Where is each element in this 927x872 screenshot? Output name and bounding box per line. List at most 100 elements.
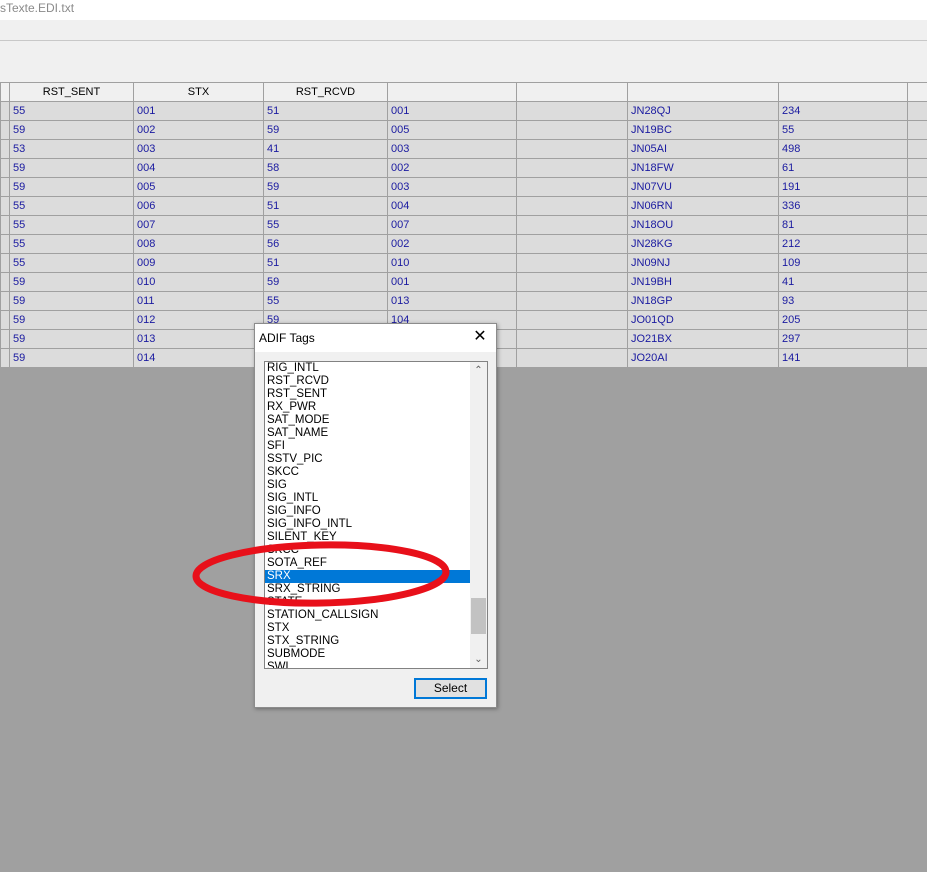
table-cell[interactable] bbox=[0, 348, 10, 368]
table-cell[interactable] bbox=[907, 291, 927, 311]
table-cell[interactable] bbox=[0, 215, 10, 235]
table-cell[interactable]: 498 bbox=[778, 139, 908, 159]
list-item[interactable]: SKCC bbox=[265, 466, 471, 479]
list-item[interactable]: SAT_NAME bbox=[265, 427, 471, 440]
scroll-up-icon[interactable]: ⌃ bbox=[470, 362, 487, 379]
table-cell[interactable]: 008 bbox=[133, 234, 264, 254]
column-header[interactable] bbox=[0, 82, 10, 102]
column-header[interactable]: RST_RCVD bbox=[263, 82, 388, 102]
list-item[interactable]: STATE bbox=[265, 596, 471, 609]
table-cell[interactable]: 297 bbox=[778, 329, 908, 349]
table-cell[interactable]: 191 bbox=[778, 177, 908, 197]
table-cell[interactable]: 59 bbox=[9, 120, 134, 140]
table-cell[interactable]: 013 bbox=[387, 291, 517, 311]
table-cell[interactable]: 59 bbox=[9, 329, 134, 349]
table-row[interactable]: 59 005 59 003 JN07VU 191 bbox=[0, 177, 927, 197]
list-item[interactable]: RIG_INTL bbox=[265, 362, 471, 375]
table-cell[interactable]: JN19BH bbox=[627, 272, 779, 292]
table-row[interactable]: 55 007 55 007 JN18OU 81 bbox=[0, 215, 927, 235]
table-row[interactable]: 55 001 51 001 JN28QJ 234 bbox=[0, 101, 927, 121]
table-cell[interactable] bbox=[0, 139, 10, 159]
column-header[interactable] bbox=[516, 82, 628, 102]
table-cell[interactable]: 58 bbox=[263, 158, 388, 178]
scroll-down-icon[interactable]: ⌄ bbox=[470, 651, 487, 668]
table-row[interactable]: 53 003 41 003 JN05AI 498 bbox=[0, 139, 927, 159]
table-cell[interactable]: JN18OU bbox=[627, 215, 779, 235]
table-cell[interactable]: 009 bbox=[133, 253, 264, 273]
table-cell[interactable]: JO20AI bbox=[627, 348, 779, 368]
table-cell[interactable] bbox=[516, 310, 628, 330]
table-cell[interactable]: 001 bbox=[387, 272, 517, 292]
table-cell[interactable]: JN09NJ bbox=[627, 253, 779, 273]
list-item[interactable]: SUBMODE bbox=[265, 648, 471, 661]
table-cell[interactable]: 014 bbox=[133, 348, 264, 368]
close-icon[interactable]: ✕ bbox=[472, 329, 488, 345]
table-cell[interactable]: 59 bbox=[263, 177, 388, 197]
table-cell[interactable]: JN07VU bbox=[627, 177, 779, 197]
list-item[interactable]: SSTV_PIC bbox=[265, 453, 471, 466]
column-header[interactable]: RST_SENT bbox=[9, 82, 134, 102]
table-cell[interactable]: 53 bbox=[9, 139, 134, 159]
list-item[interactable]: RST_SENT bbox=[265, 388, 471, 401]
table-cell[interactable]: 81 bbox=[778, 215, 908, 235]
list-item[interactable]: SIG_INFO_INTL bbox=[265, 518, 471, 531]
table-cell[interactable] bbox=[907, 215, 927, 235]
table-cell[interactable]: JO21BX bbox=[627, 329, 779, 349]
list-item[interactable]: STATION_CALLSIGN bbox=[265, 609, 471, 622]
table-cell[interactable] bbox=[516, 253, 628, 273]
list-item[interactable]: SAT_MODE bbox=[265, 414, 471, 427]
table-cell[interactable] bbox=[907, 196, 927, 216]
table-cell[interactable] bbox=[907, 120, 927, 140]
table-cell[interactable] bbox=[0, 158, 10, 178]
list-item[interactable]: SILENT_KEY bbox=[265, 531, 471, 544]
table-cell[interactable]: 59 bbox=[9, 177, 134, 197]
table-cell[interactable]: 59 bbox=[9, 291, 134, 311]
table-cell[interactable]: 93 bbox=[778, 291, 908, 311]
table-cell[interactable]: 004 bbox=[133, 158, 264, 178]
table-cell[interactable] bbox=[0, 234, 10, 254]
table-cell[interactable] bbox=[907, 234, 927, 254]
table-cell[interactable]: 59 bbox=[9, 158, 134, 178]
table-cell[interactable]: 51 bbox=[263, 253, 388, 273]
table-cell[interactable]: 41 bbox=[778, 272, 908, 292]
table-cell[interactable]: 55 bbox=[263, 291, 388, 311]
table-cell[interactable]: JN18FW bbox=[627, 158, 779, 178]
table-cell[interactable] bbox=[0, 177, 10, 197]
list-item[interactable]: SIG bbox=[265, 479, 471, 492]
table-cell[interactable] bbox=[907, 253, 927, 273]
table-cell[interactable]: 59 bbox=[9, 272, 134, 292]
table-cell[interactable]: 005 bbox=[387, 120, 517, 140]
list-item[interactable]: STX_STRING bbox=[265, 635, 471, 648]
list-item[interactable]: SOTA_REF bbox=[265, 557, 471, 570]
table-row[interactable]: 59 010 59 001 JN19BH 41 bbox=[0, 272, 927, 292]
list-item[interactable]: SRX bbox=[265, 570, 471, 583]
table-cell[interactable]: 59 bbox=[263, 120, 388, 140]
table-cell[interactable] bbox=[907, 310, 927, 330]
table-cell[interactable]: JO01QD bbox=[627, 310, 779, 330]
table-cell[interactable]: JN18GP bbox=[627, 291, 779, 311]
list-item[interactable]: SWL bbox=[265, 661, 471, 668]
column-header[interactable] bbox=[387, 82, 517, 102]
table-cell[interactable]: JN06RN bbox=[627, 196, 779, 216]
table-cell[interactable]: 205 bbox=[778, 310, 908, 330]
table-cell[interactable] bbox=[907, 158, 927, 178]
table-cell[interactable] bbox=[516, 215, 628, 235]
table-cell[interactable]: 007 bbox=[387, 215, 517, 235]
table-cell[interactable]: 001 bbox=[387, 101, 517, 121]
table-cell[interactable] bbox=[516, 177, 628, 197]
table-cell[interactable]: 012 bbox=[133, 310, 264, 330]
table-cell[interactable]: 41 bbox=[263, 139, 388, 159]
table-row[interactable]: 55 006 51 004 JN06RN 336 bbox=[0, 196, 927, 216]
table-cell[interactable] bbox=[907, 139, 927, 159]
table-cell[interactable]: 61 bbox=[778, 158, 908, 178]
list-item[interactable]: STX bbox=[265, 622, 471, 635]
list-item[interactable]: SIG_INTL bbox=[265, 492, 471, 505]
table-cell[interactable]: 51 bbox=[263, 101, 388, 121]
list-item[interactable]: SIG_INFO bbox=[265, 505, 471, 518]
table-cell[interactable] bbox=[0, 120, 10, 140]
table-cell[interactable] bbox=[0, 310, 10, 330]
list-item[interactable]: SKCC bbox=[265, 544, 471, 557]
table-cell[interactable]: 55 bbox=[9, 101, 134, 121]
table-cell[interactable]: 234 bbox=[778, 101, 908, 121]
scroll-thumb[interactable] bbox=[471, 598, 486, 634]
